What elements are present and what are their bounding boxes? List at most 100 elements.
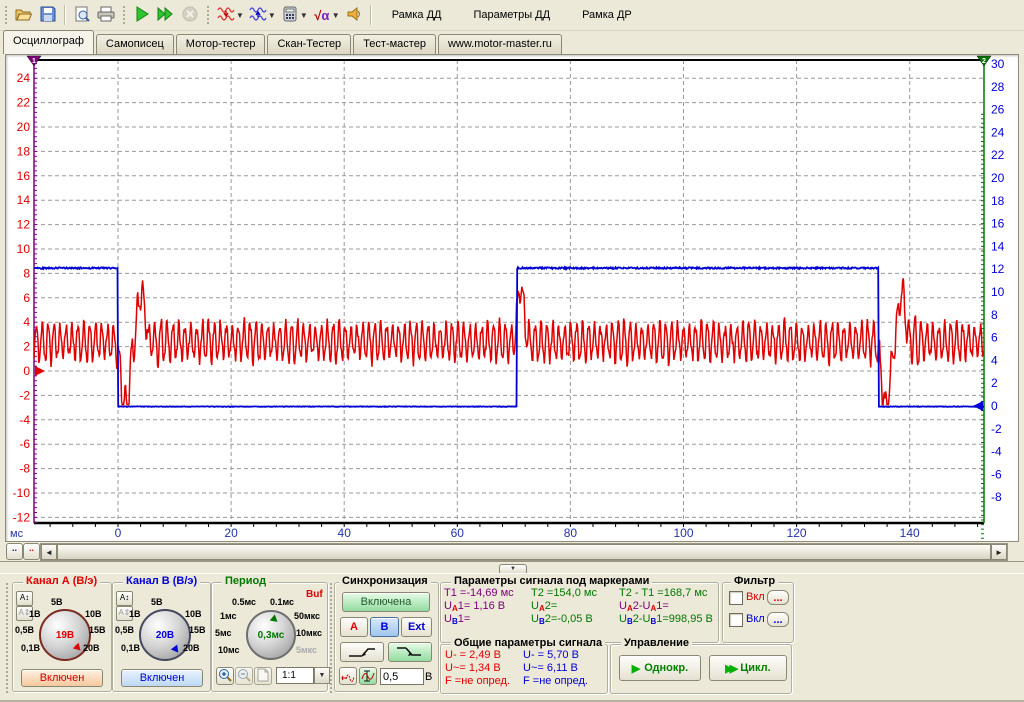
horizontal-scrollbar[interactable]: ◄ ►	[40, 543, 1008, 561]
sync-title: Синхронизация	[339, 575, 431, 587]
dropdown-arrow-icon[interactable]: ▼	[236, 11, 244, 20]
channel-a-autoscale-button[interactable]: А↕	[16, 591, 33, 606]
channel-b-settings-button[interactable]	[246, 3, 270, 27]
tab-самописец[interactable]: Самописец	[96, 34, 174, 54]
print-preview-icon	[74, 6, 90, 25]
calculator-button[interactable]	[278, 3, 302, 27]
math-button[interactable]: √α	[310, 3, 334, 27]
falling-edge-button[interactable]	[388, 642, 432, 662]
marker-1-button[interactable]: ..	[6, 543, 23, 560]
svg-text:30: 30	[991, 57, 1005, 71]
channel-a-range-knob[interactable]: 19В	[39, 609, 91, 661]
filter-settings-button-2[interactable]: ...	[767, 612, 789, 627]
channel-a-settings-button[interactable]	[214, 3, 238, 27]
combo-dropdown-icon[interactable]: ▼	[314, 667, 330, 684]
oscilloscope-chart[interactable]: 242220181614121086420-2-4-6-8-10-1230282…	[5, 54, 1019, 542]
toolbar-button-1[interactable]: Рамка ДД	[382, 6, 452, 24]
zoom-ratio-combo[interactable]: 1:1 ▼	[276, 667, 330, 684]
sync-level-button[interactable]	[359, 667, 377, 685]
svg-text:6: 6	[991, 331, 998, 345]
measurement-cell: UВ2-UВ1=998,95 В	[619, 613, 713, 626]
dropdown-arrow-icon[interactable]: ▼	[332, 11, 340, 20]
sync-source-а[interactable]: А	[340, 617, 368, 637]
zoom-out-button[interactable]	[235, 667, 253, 685]
rising-edge-button[interactable]	[340, 642, 384, 662]
tab-скан-тестер[interactable]: Скан-Тестер	[267, 34, 351, 54]
scale-label-20В: 20В	[183, 643, 200, 653]
time-scroll-row: .. .. ◄ ►	[0, 541, 1024, 561]
measurement-text: 2=	[545, 600, 558, 612]
svg-text:28: 28	[991, 80, 1005, 94]
dropdown-arrow-icon[interactable]: ▼	[300, 11, 308, 20]
sync-mode-wave-button[interactable]	[339, 667, 357, 685]
zoom-in-icon	[218, 668, 232, 685]
print-button[interactable]	[94, 3, 118, 27]
stop-button[interactable]	[178, 3, 202, 27]
tab-мотор-тестер[interactable]: Мотор-тестер	[176, 34, 266, 54]
toolbar-button-2[interactable]: Параметры ДД	[463, 6, 560, 24]
open-button[interactable]	[12, 3, 36, 27]
rising-edge-icon	[347, 645, 377, 659]
single-run-button[interactable]: ▶ Однокр.	[619, 655, 701, 681]
waveform-plot: 242220181614121086420-2-4-6-8-10-1230282…	[6, 55, 1016, 539]
measurement-cell: T2 =154,0 мс	[531, 587, 597, 599]
start-button[interactable]	[130, 3, 154, 27]
tab-www.motor-master.ru[interactable]: www.motor-master.ru	[438, 34, 562, 54]
sync-enabled-button[interactable]: Включена	[342, 592, 430, 612]
channel-a-power-button[interactable]: Включен	[21, 669, 103, 687]
toolbar-grip[interactable]	[122, 5, 126, 25]
print-preview-button[interactable]	[70, 3, 94, 27]
sync-source-ext[interactable]: Ext	[401, 617, 432, 637]
scale-label-1В: 1В	[129, 609, 141, 619]
channel-a-group: Канал А (В/э) А↕ А⇕ 19В Включен 5В1В0,5В…	[12, 582, 112, 692]
period-scale-10мкс: 10мкс	[296, 628, 322, 638]
measurement-text: 2-U	[633, 600, 651, 612]
play-icon: ▶	[632, 662, 640, 675]
toolbar-grip[interactable]	[4, 5, 8, 25]
marker-2-button[interactable]: ..	[23, 543, 40, 560]
new-page-button[interactable]	[254, 667, 272, 685]
save-button[interactable]	[36, 3, 60, 27]
period-scale-1мс: 1мс	[220, 611, 237, 621]
knob-pointer-icon	[171, 645, 182, 655]
channel-b-range-value: 20В	[156, 630, 174, 641]
marker-measurements-group: Параметры сигнала под маркерами T1 =-14,…	[440, 582, 719, 643]
scale-label-20В: 20В	[83, 643, 100, 653]
svg-text:8: 8	[23, 266, 30, 280]
cyclic-run-button[interactable]: ▶▶ Цикл.	[709, 655, 787, 681]
channel-b-power-button[interactable]: Включен	[121, 669, 203, 687]
buffer-indicator: Buf	[306, 589, 323, 600]
period-knob[interactable]: 0,3мс	[246, 610, 296, 660]
tab-тест-мастер[interactable]: Тест-мастер	[353, 34, 436, 54]
svg-text:22: 22	[991, 148, 1005, 162]
sound-button[interactable]	[342, 3, 366, 27]
toolbar-grip[interactable]	[206, 5, 210, 25]
dropdown-arrow-icon[interactable]: ▼	[268, 11, 276, 20]
panel-grip[interactable]	[5, 582, 9, 694]
scroll-left-arrow[interactable]: ◄	[41, 544, 57, 560]
measurement-cell: UА2=	[531, 600, 557, 613]
toolbar-button-3[interactable]: Рамка ДР	[572, 6, 642, 24]
zoom-ratio-value: 1:1	[276, 667, 314, 684]
scale-label-15В: 15В	[89, 625, 106, 635]
sync-level-input[interactable]	[380, 668, 424, 685]
zoom-in-button[interactable]	[216, 667, 234, 685]
filter-checkbox-2[interactable]	[729, 613, 743, 627]
channel-b-range-knob[interactable]: 20В	[139, 609, 191, 661]
channel-b-autoscale-button[interactable]: А↕	[116, 591, 133, 606]
marker-measurements-title: Параметры сигнала под маркерами	[451, 575, 652, 587]
filter-settings-button-1[interactable]: ...	[767, 590, 789, 605]
common-param: F =не опред.	[445, 675, 510, 687]
scroll-right-arrow[interactable]: ►	[991, 544, 1007, 560]
knob-pointer-icon	[73, 643, 84, 654]
sync-source-b[interactable]: B	[370, 617, 399, 637]
period-scale-0.1мс: 0.1мс	[270, 597, 294, 607]
tab-осциллограф[interactable]: Осциллограф	[3, 30, 94, 54]
scale-label-5В: 5В	[51, 597, 63, 607]
filter-checkbox-1[interactable]	[729, 591, 743, 605]
scrollbar-thumb[interactable]	[57, 544, 991, 560]
measurement-text: U	[531, 613, 539, 625]
svg-text:2: 2	[23, 340, 30, 354]
measurement-text: 2=-0,05 В	[545, 613, 593, 625]
start-cyclic-button[interactable]	[154, 3, 178, 27]
